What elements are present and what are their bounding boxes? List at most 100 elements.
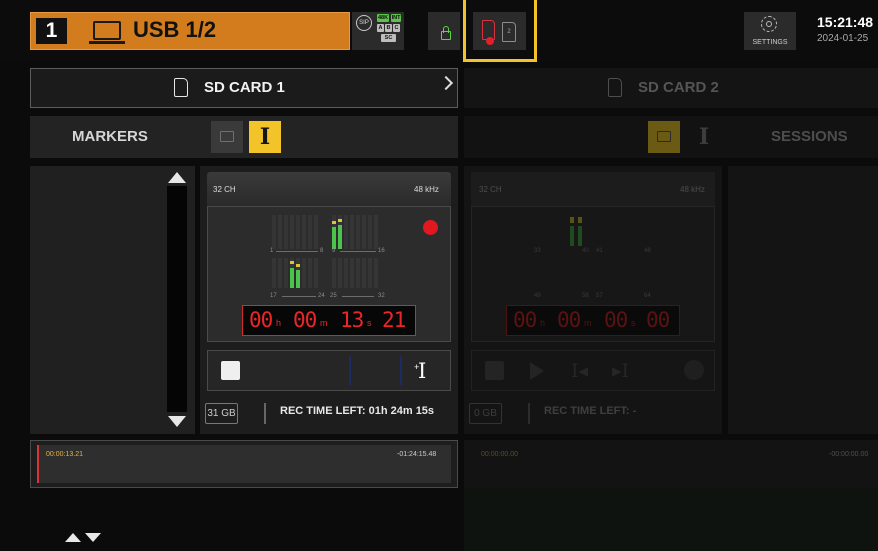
scale-label: 41	[596, 248, 603, 254]
meter-bar	[290, 215, 294, 249]
scale-line	[340, 251, 376, 252]
meter-bar	[308, 215, 312, 249]
timeline-track[interactable]	[37, 445, 451, 483]
scale-label: 57	[596, 293, 603, 299]
scale-label: 17	[270, 293, 277, 299]
sample-rate: 48 kHz	[414, 185, 439, 194]
meter-bar	[302, 258, 306, 288]
scale-label: 40	[582, 248, 589, 254]
meter-bar	[350, 215, 354, 249]
source-number: 1	[36, 18, 67, 44]
divider	[349, 356, 351, 385]
meter-level	[570, 226, 574, 246]
meter-bar	[314, 258, 318, 288]
recording-indicator-icon	[423, 220, 438, 235]
meter-peak	[338, 219, 342, 222]
meter-bar	[362, 258, 366, 288]
scale-label: 8	[320, 248, 324, 254]
stop-button-2[interactable]	[485, 361, 504, 380]
meter-bar	[272, 258, 276, 288]
meter-peak	[296, 264, 300, 267]
sd-card-icon	[608, 78, 622, 97]
timecode-m-unit-2: m	[584, 318, 592, 328]
scrollbar-track[interactable]	[167, 186, 187, 412]
scroll-up-icon[interactable]	[168, 172, 186, 183]
meter-bar	[374, 258, 378, 288]
meter-level	[332, 227, 336, 249]
previous-marker-icon[interactable]: I◂	[571, 356, 588, 386]
sip-icon: SIP	[356, 15, 372, 31]
timecode-h-unit-2: h	[540, 318, 546, 328]
scale-label: 56	[582, 293, 589, 299]
sd-card-2-title: SD CARD 2	[638, 79, 719, 96]
ibeam-icon: I	[698, 124, 710, 150]
divider	[264, 403, 266, 424]
timeline-remaining-time-2: -00:00:00.00	[829, 451, 869, 458]
transport-controls-2	[471, 350, 715, 391]
meter-bar	[356, 258, 360, 288]
scale-label: 33	[534, 248, 541, 254]
record-button-2[interactable]	[684, 360, 704, 380]
sample-rate-2: 48 kHz	[680, 185, 705, 194]
meter-bar	[302, 215, 306, 249]
meter-level	[578, 226, 582, 246]
scale-line	[342, 296, 374, 297]
scale-label: 25	[330, 293, 337, 299]
lock-icon	[441, 31, 451, 40]
recorder-header-2	[471, 172, 715, 206]
meter-bar	[368, 215, 372, 249]
meter-bar	[314, 215, 318, 249]
meter-bar	[356, 215, 360, 249]
meter-level	[290, 268, 294, 288]
stop-button[interactable]	[221, 361, 240, 380]
timeline-start-time-2: 00:00:00.00	[481, 451, 518, 458]
divider	[400, 356, 402, 385]
timecode-frames: 21	[382, 308, 406, 332]
rate-tag: 48K	[377, 14, 389, 22]
meter-peak	[578, 217, 582, 223]
meter-bar	[332, 258, 336, 288]
laptop-icon-base	[89, 41, 125, 44]
meter-bar	[368, 258, 372, 288]
highlight-box	[463, 0, 537, 62]
play-icon[interactable]	[530, 362, 544, 380]
scroll-down-icon[interactable]	[168, 416, 186, 427]
tab-markers[interactable]: MARKERS	[72, 127, 148, 147]
next-marker-icon[interactable]: ▸I	[612, 356, 629, 386]
timecode-minutes-2: 00	[557, 308, 581, 332]
tab-sessions[interactable]: SESSIONS	[771, 127, 848, 147]
meter-bar	[338, 258, 342, 288]
meter-bar	[344, 215, 348, 249]
timecode-s-unit-2: s	[631, 318, 636, 328]
meter-level	[338, 225, 342, 249]
meter-bar	[350, 258, 354, 288]
meter-peak	[290, 261, 294, 264]
meter-bar	[374, 215, 378, 249]
channel-count-2: 32 CH	[479, 185, 502, 194]
meter-peak	[332, 221, 336, 224]
int-tag: INT	[391, 14, 401, 22]
scale-label: 16	[378, 248, 385, 254]
settings-label: SETTINGS	[752, 39, 788, 46]
clock-date: 2024-01-25	[817, 33, 869, 44]
timeline-remaining-time: -01:24:15.48	[397, 451, 437, 458]
meter-group-top	[270, 215, 380, 249]
timecode-m-unit: m	[320, 318, 328, 328]
meter-bar	[272, 215, 276, 249]
timecode-frames-2: 00	[646, 308, 670, 332]
meter-group-bottom	[270, 258, 380, 288]
free-space-badge-2: 0 GB	[469, 403, 502, 424]
tag-c: C	[393, 24, 400, 32]
folder-icon	[657, 131, 671, 142]
meter-bar	[284, 215, 288, 249]
timecode-h-unit: h	[276, 318, 282, 328]
sd-card-icon	[174, 78, 188, 97]
add-marker-icon[interactable]: I	[418, 356, 438, 386]
arrow-up-icon[interactable]	[65, 533, 81, 542]
arrow-down-icon[interactable]	[85, 533, 101, 542]
sessions-list	[728, 166, 878, 434]
scale-line	[282, 296, 316, 297]
scale-label: 9	[332, 248, 336, 254]
meter-peak	[570, 217, 574, 223]
scale-line	[276, 251, 318, 252]
